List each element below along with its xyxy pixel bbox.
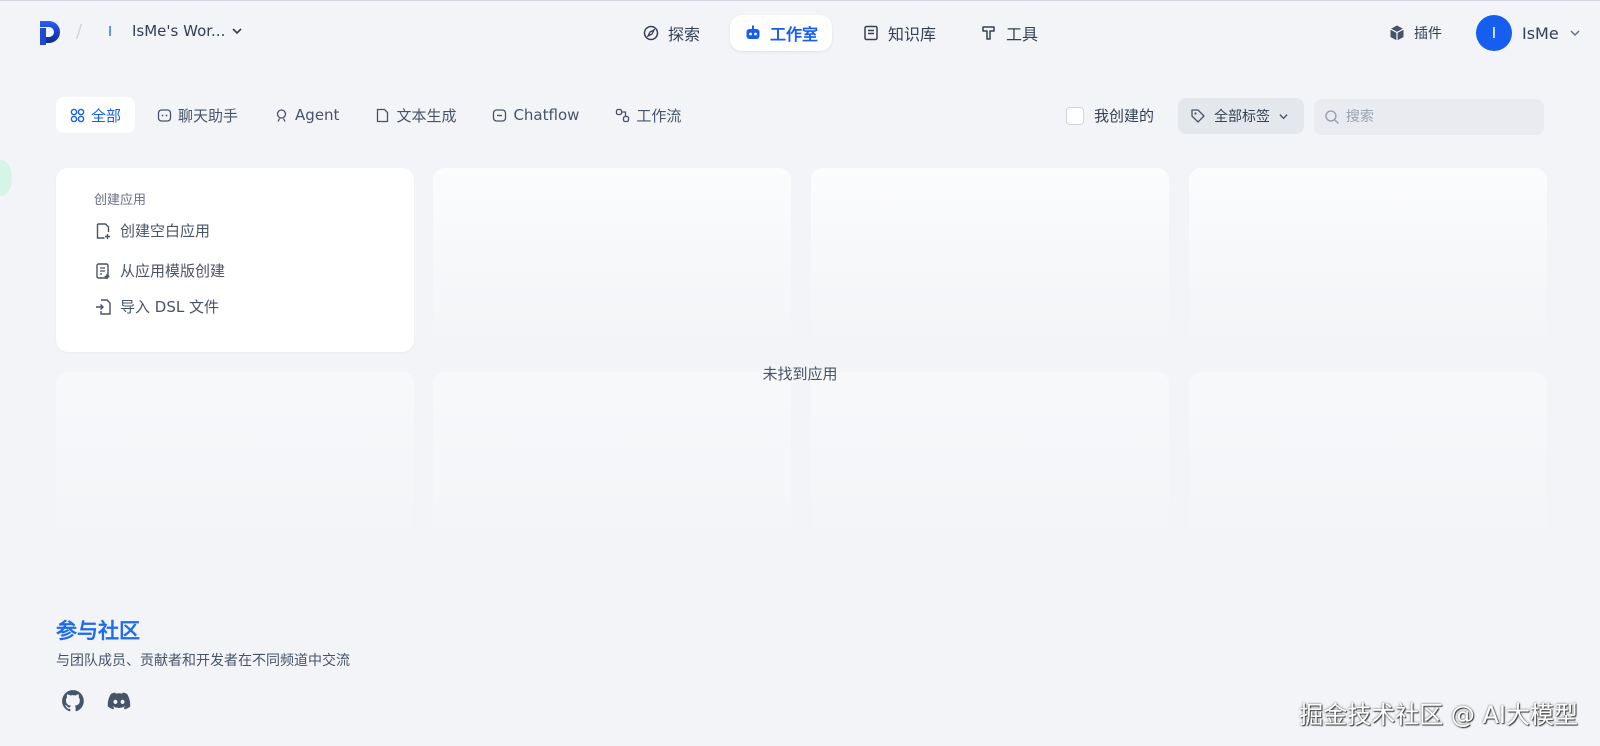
app-logo[interactable]	[38, 20, 64, 46]
template-icon	[96, 262, 110, 279]
app-card-placeholder	[433, 372, 791, 556]
user-menu[interactable]: I IsMe	[1476, 15, 1581, 51]
tab-all[interactable]: 全部	[56, 97, 136, 133]
app-type-tabs: 全部 聊天助手 Agent 文本生成 Chatflow 工作流	[56, 97, 695, 133]
side-decoration	[0, 160, 12, 196]
tab-agent-label: Agent	[295, 106, 340, 124]
tags-filter-label: 全部标签	[1214, 109, 1270, 125]
app-card-placeholder	[433, 168, 791, 352]
created-by-me-label: 我创建的	[1094, 107, 1155, 125]
nav-explore[interactable]: 探索	[628, 15, 714, 51]
import-dsl-button[interactable]: 导入 DSL 文件	[94, 296, 219, 317]
compass-icon	[643, 25, 659, 41]
robot-icon	[746, 25, 760, 39]
tab-text-generation[interactable]: 文本生成	[361, 97, 470, 133]
hammer-icon	[982, 26, 995, 40]
nav-knowledge[interactable]: 知识库	[848, 15, 950, 51]
workspace-name: IsMe's Wor...	[132, 22, 226, 40]
app-card-placeholder	[811, 168, 1169, 352]
search-input[interactable]	[1345, 109, 1534, 125]
top-bar: / I IsMe's Wor... 探索 工作室 知识库 工具 插件 I IsM…	[0, 0, 1600, 66]
tab-text-generation-label: 文本生成	[396, 106, 457, 125]
community-description: 与团队成员、贡献者和开发者在不同频道中交流	[56, 653, 350, 669]
file-plus-icon	[96, 222, 110, 239]
tag-icon	[1191, 109, 1205, 123]
plugins-button[interactable]: 插件	[1388, 23, 1442, 43]
nav-knowledge-label: 知识库	[888, 25, 937, 44]
tab-chatflow-label: Chatflow	[513, 106, 580, 124]
app-card-placeholder	[1189, 168, 1547, 352]
chevron-down-icon	[1570, 30, 1580, 37]
app-card-placeholder	[811, 372, 1169, 556]
create-blank-app-label: 创建空白应用	[120, 222, 211, 240]
tab-chat-assistant[interactable]: 聊天助手	[143, 97, 252, 133]
tab-agent[interactable]: Agent	[260, 97, 353, 133]
import-dsl-label: 导入 DSL 文件	[120, 298, 219, 316]
chat-icon	[157, 108, 172, 122]
github-icon[interactable]	[60, 688, 86, 714]
tab-chatflow[interactable]: Chatflow	[478, 97, 593, 133]
grid-icon	[70, 108, 85, 122]
tab-workflow[interactable]: 工作流	[601, 97, 695, 133]
workspace-selector[interactable]: IsMe's Wor...	[132, 22, 243, 40]
import-icon	[96, 298, 111, 315]
book-icon	[864, 25, 878, 41]
created-by-me-toggle[interactable]: 我创建的	[1066, 105, 1154, 126]
app-card-placeholder	[56, 372, 414, 556]
avatar: I	[1476, 15, 1512, 51]
tags-filter[interactable]: 全部标签	[1178, 98, 1304, 134]
create-app-title: 创建应用	[94, 193, 147, 208]
empty-state-message: 未找到应用	[762, 365, 838, 383]
main-nav: 探索 工作室 知识库 工具	[628, 15, 1052, 51]
workflow-icon	[616, 108, 630, 122]
tab-workflow-label: 工作流	[636, 106, 682, 125]
tab-chat-assistant-label: 聊天助手	[178, 106, 239, 125]
cube-icon	[1390, 25, 1404, 41]
agent-icon	[276, 108, 287, 122]
search-box[interactable]	[1314, 99, 1544, 135]
chevron-down-icon	[232, 28, 242, 35]
community-title: 参与社区	[56, 619, 140, 643]
create-app-card: 创建应用 创建空白应用 从应用模版创建 导入 DSL 文件	[56, 168, 414, 352]
nav-explore-label: 探索	[668, 25, 701, 44]
create-blank-app-button[interactable]: 创建空白应用	[94, 220, 210, 241]
create-from-template-button[interactable]: 从应用模版创建	[94, 260, 225, 281]
watermark: 掘金技术社区 @ AI大模型	[1299, 701, 1578, 729]
workspace-avatar: I	[108, 25, 112, 40]
nav-tools-label: 工具	[1006, 25, 1039, 44]
nav-tools[interactable]: 工具	[966, 15, 1052, 51]
nav-studio[interactable]: 工作室	[730, 15, 833, 51]
chatflow-icon	[493, 108, 507, 122]
discord-icon[interactable]	[106, 688, 132, 714]
tab-all-label: 全部	[91, 106, 122, 125]
nav-studio-label: 工作室	[770, 25, 819, 44]
document-icon	[377, 108, 389, 122]
created-by-me-checkbox[interactable]	[1066, 106, 1084, 125]
app-card-placeholder	[1189, 372, 1547, 556]
search-icon	[1325, 110, 1339, 124]
plugins-label: 插件	[1414, 26, 1442, 42]
user-name: IsMe	[1522, 23, 1559, 43]
breadcrumb-separator: /	[76, 21, 83, 42]
create-from-template-label: 从应用模版创建	[120, 262, 226, 280]
chevron-down-icon	[1279, 113, 1288, 119]
